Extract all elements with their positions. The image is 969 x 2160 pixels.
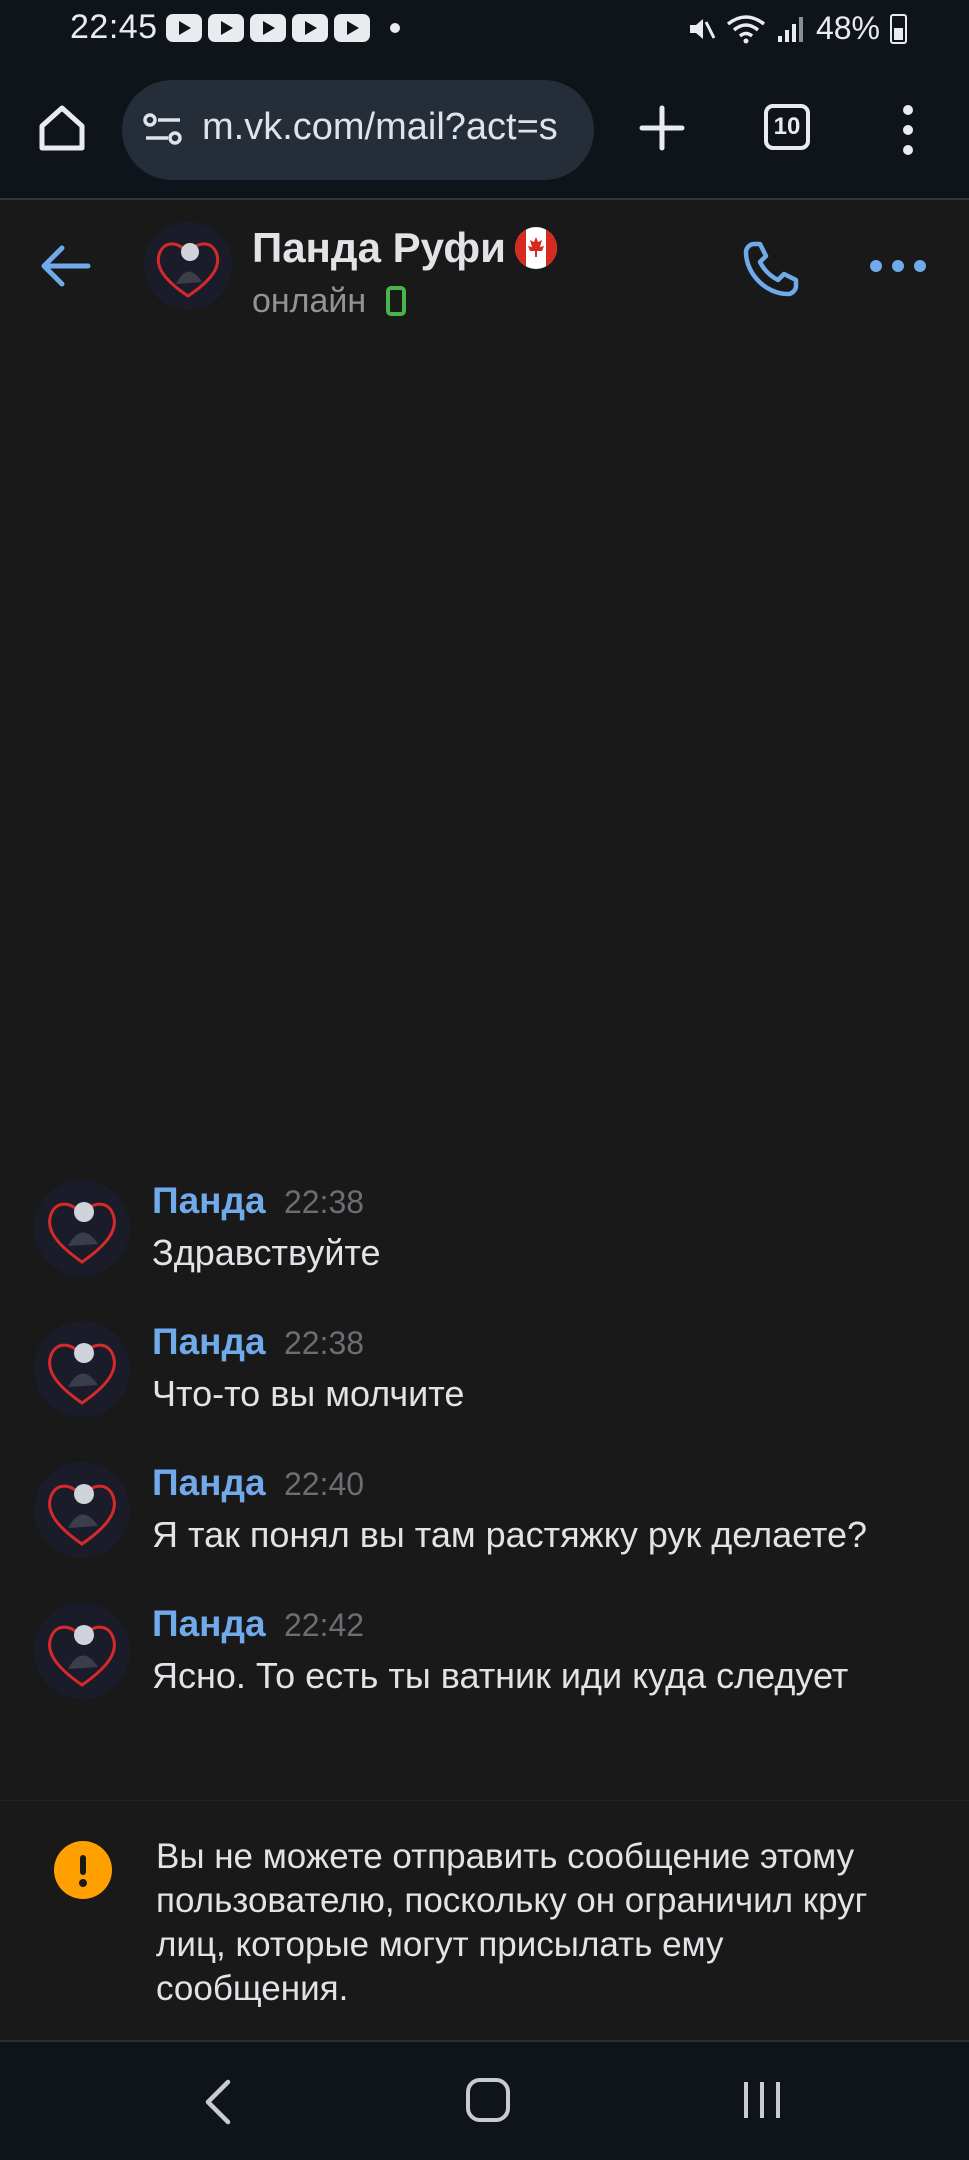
message-time: 22:40	[284, 1466, 365, 1502]
contact-name[interactable]: Панда Руфи	[252, 224, 506, 272]
browser-toolbar: m.vk.com/mail?act=s 10	[0, 58, 969, 200]
message-item[interactable]: Панда 22:38 Здравствуйте	[0, 1170, 969, 1300]
tab-switcher-button[interactable]: 10	[764, 104, 810, 150]
youtube-notification-icon	[208, 14, 244, 42]
message-item[interactable]: Панда 22:42 Ясно. То есть ты ватник иди …	[0, 1593, 969, 1723]
online-status: онлайн	[252, 282, 367, 320]
message-text: Здравствуйте	[152, 1232, 381, 1273]
url-text: m.vk.com/mail?act=s	[202, 106, 558, 148]
avatar[interactable]	[34, 1462, 130, 1558]
signal-icon	[777, 16, 803, 42]
youtube-notification-icon	[166, 14, 202, 42]
avatar[interactable]	[34, 1603, 130, 1699]
status-time: 22:45	[70, 8, 158, 46]
youtube-notification-icon	[292, 14, 328, 42]
notification-icons	[166, 14, 370, 42]
youtube-notification-icon	[250, 14, 286, 42]
phone-icon[interactable]	[740, 238, 802, 300]
nav-back-icon[interactable]	[200, 2078, 236, 2126]
browser-menu-icon[interactable]	[898, 102, 918, 158]
home-icon[interactable]	[34, 100, 90, 156]
battery-icon	[890, 13, 907, 44]
wifi-icon	[726, 14, 766, 43]
more-options-icon[interactable]	[868, 258, 928, 274]
more-notifications-dot-icon	[390, 23, 400, 33]
chat-header: Панда Руфи онлайн	[0, 200, 969, 330]
message-time: 22:38	[284, 1325, 365, 1361]
new-tab-icon[interactable]	[636, 102, 688, 154]
canada-flag-icon	[515, 227, 557, 269]
system-nav-bar	[0, 2040, 969, 2160]
nav-recent-apps-icon[interactable]	[740, 2080, 784, 2120]
message-time: 22:38	[284, 1184, 365, 1220]
message-author[interactable]: Панда	[152, 1462, 266, 1504]
avatar[interactable]	[34, 1180, 130, 1276]
battery-percent: 48%	[815, 10, 880, 46]
message-text: Я так понял вы там растяжку рук делаете?	[152, 1514, 868, 1555]
message-item[interactable]: Панда 22:38 Что-то вы молчите	[0, 1311, 969, 1441]
mobile-online-icon	[386, 286, 406, 316]
avatar[interactable]	[34, 1321, 130, 1417]
message-time: 22:42	[284, 1607, 365, 1643]
address-bar[interactable]: m.vk.com/mail?act=s	[122, 80, 594, 180]
message-author[interactable]: Панда	[152, 1321, 266, 1363]
nav-home-icon[interactable]	[466, 2078, 510, 2122]
avatar[interactable]	[144, 222, 232, 310]
warning-icon	[54, 1841, 112, 1899]
message-text: Что-то вы молчите	[152, 1373, 465, 1414]
message-author[interactable]: Панда	[152, 1180, 266, 1222]
message-author[interactable]: Панда	[152, 1603, 266, 1645]
notice-text: Вы не можете отправить сообщение этому п…	[156, 1837, 868, 2008]
back-arrow-icon[interactable]	[38, 242, 92, 290]
message-item[interactable]: Панда 22:40 Я так понял вы там растяжку …	[0, 1452, 969, 1582]
message-text: Ясно. То есть ты ватник иди куда следует	[152, 1655, 849, 1696]
site-settings-icon[interactable]	[142, 110, 184, 150]
status-bar: 22:45 48%	[0, 0, 969, 58]
mute-icon	[689, 18, 716, 39]
system-icons: 48%	[686, 10, 907, 47]
youtube-notification-icon	[334, 14, 370, 42]
cannot-message-notice: Вы не можете отправить сообщение этому п…	[0, 1800, 969, 2041]
